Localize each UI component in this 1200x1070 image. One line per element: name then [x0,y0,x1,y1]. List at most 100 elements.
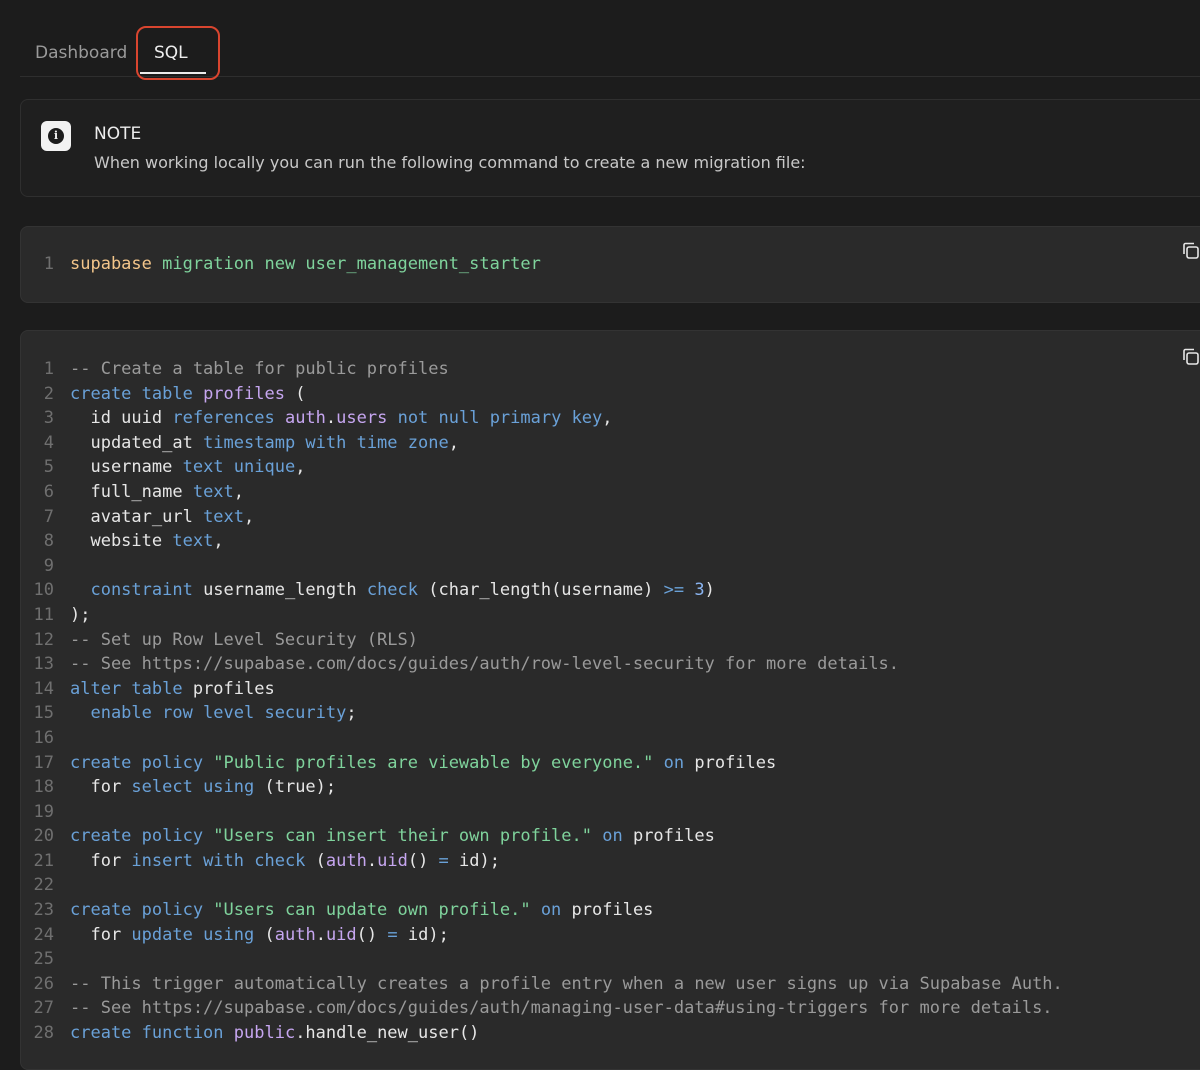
code-token: migration new user_management_starter [151,254,541,274]
code-line: 25 [21,947,1063,972]
code-token: username [70,457,183,478]
line-number: 25 [33,949,54,970]
code-token: , [244,506,255,527]
code-token: .handle_new_user() [295,1023,480,1044]
code-token: . [366,850,378,871]
code-token: website [70,531,173,552]
code-token: , [295,457,306,478]
line-number: 23 [33,900,54,921]
code-token: ; [346,703,357,724]
code-token: = [387,924,398,945]
code-token: , [602,408,613,429]
code-token: enable row level security [70,703,347,724]
line-number: 22 [33,875,54,896]
code-line-content: supabase migration new user_management_s… [70,252,541,277]
code-token: supabase [70,254,152,274]
code-line-content: avatar_url text, [70,505,254,530]
code-token: references [172,408,285,429]
code-line: 27 -- See https://supabase.com/docs/guide… [21,996,1063,1021]
code-line: 10 constraint username_length check (cha… [21,578,1063,603]
code-line: 3 id uuid references auth.users not null… [21,406,1063,431]
code-line-content: for select using (true); [70,775,336,800]
code-token: auth [274,924,316,945]
code-token: . [315,924,326,945]
tab-highlight-outline [136,26,220,80]
code-token: not null primary key [387,408,603,429]
code-line: 19 [21,800,1063,825]
code-token: uid [325,924,357,945]
code-line-content: create policy "Public profiles are viewa… [70,751,776,776]
code-line: 4 updated_at timestamp with time zone, [21,431,1063,456]
code-token: profiles [694,752,777,773]
line-number: 17 [33,752,54,773]
line-number: 6 [43,481,54,502]
code-line: 21 for insert with check (auth.uid() = i… [21,849,1063,874]
code-token: , [213,531,224,552]
code-token: update using [131,924,255,945]
note-callout: i NOTE When working locally you can run … [20,99,1200,197]
code-token: id); [448,850,500,871]
code-line-content: full_name text, [70,480,244,505]
code-token: on [592,826,633,847]
line-number: 18 [33,777,54,798]
code-token: create policy [70,826,214,847]
code-token: uid [377,850,408,871]
code-token: "Users can insert their own profile." [213,826,592,847]
code-token: auth [325,850,367,871]
line-number: 21 [33,850,54,871]
copy-icon[interactable] [1181,347,1200,367]
code-line-content: -- See https://supabase.com/docs/guides/… [70,996,1053,1021]
code-token: constraint [70,580,204,601]
code-token: -- See https://supabase.com/docs/guides/… [70,998,1053,1019]
code-line: 18 for select using (true); [21,775,1063,800]
code-token: () [356,924,388,945]
code-token: 3 [694,580,705,601]
code-line-content: id uuid references auth.users not null p… [70,406,613,431]
code-line-content: updated_at timestamp with time zone, [70,431,458,456]
code-token: >= [663,580,685,601]
tab-dashboard[interactable]: Dashboard [35,42,127,64]
copy-icon[interactable] [1181,241,1200,261]
code-token: on [530,900,572,921]
line-number: 14 [33,678,54,699]
code-line-content: for update using (auth.uid() = id); [70,923,449,948]
line-number: 8 [43,531,54,552]
code-token: -- This trigger automatically creates a … [70,973,1063,994]
code-token: create policy [70,752,214,773]
code-line: 28 create function public.handle_new_user… [21,1021,1063,1046]
code-line: 7 avatar_url text, [21,505,1063,530]
code-line-content: create policy "Users can insert their ow… [70,824,715,849]
code-line: 22 [21,873,1063,898]
line-number: 19 [33,801,54,822]
code-line-content: constraint username_length check (char_l… [70,578,715,603]
code-line: 11); [21,603,1063,628]
code-line: 23 create policy "Users can update own pr… [21,898,1063,923]
sql-code-block: 1 -- Create a table for public profiles 2 c… [20,330,1200,1070]
code-token: updated_at [70,432,204,453]
code-line: 15 enable row level security; [21,701,1063,726]
line-number: 3 [43,408,54,429]
command-code-block: 1 supabase migration new user_management_… [20,226,1200,303]
code-line: 5 username text unique, [21,455,1063,480]
code-line-content: for insert with check (auth.uid() = id); [70,849,500,874]
tab-bar: Dashboard SQL [20,0,1200,80]
line-number: 16 [33,727,54,748]
line-number: 28 [33,1023,54,1044]
code-token: id uuid [70,408,173,429]
note-title: NOTE [94,124,142,144]
code-token: ( [254,924,275,945]
code-token: create policy [70,900,214,921]
code-token: ) [704,580,715,601]
code-line: 8 website text, [21,529,1063,554]
code-token: ( [305,850,326,871]
code-token: id); [397,924,449,945]
line-number: 24 [33,924,54,945]
line-number: 4 [43,432,54,453]
code-token: ); [70,604,91,625]
code-line: 6 full_name text, [21,480,1063,505]
line-number: 20 [33,826,54,847]
line-number: 11 [33,604,54,625]
code-line: 1 supabase migration new user_management_… [21,252,541,277]
sql-code: 1 -- Create a table for public profiles 2 c… [21,357,1063,1046]
code-token: profiles [632,826,715,847]
